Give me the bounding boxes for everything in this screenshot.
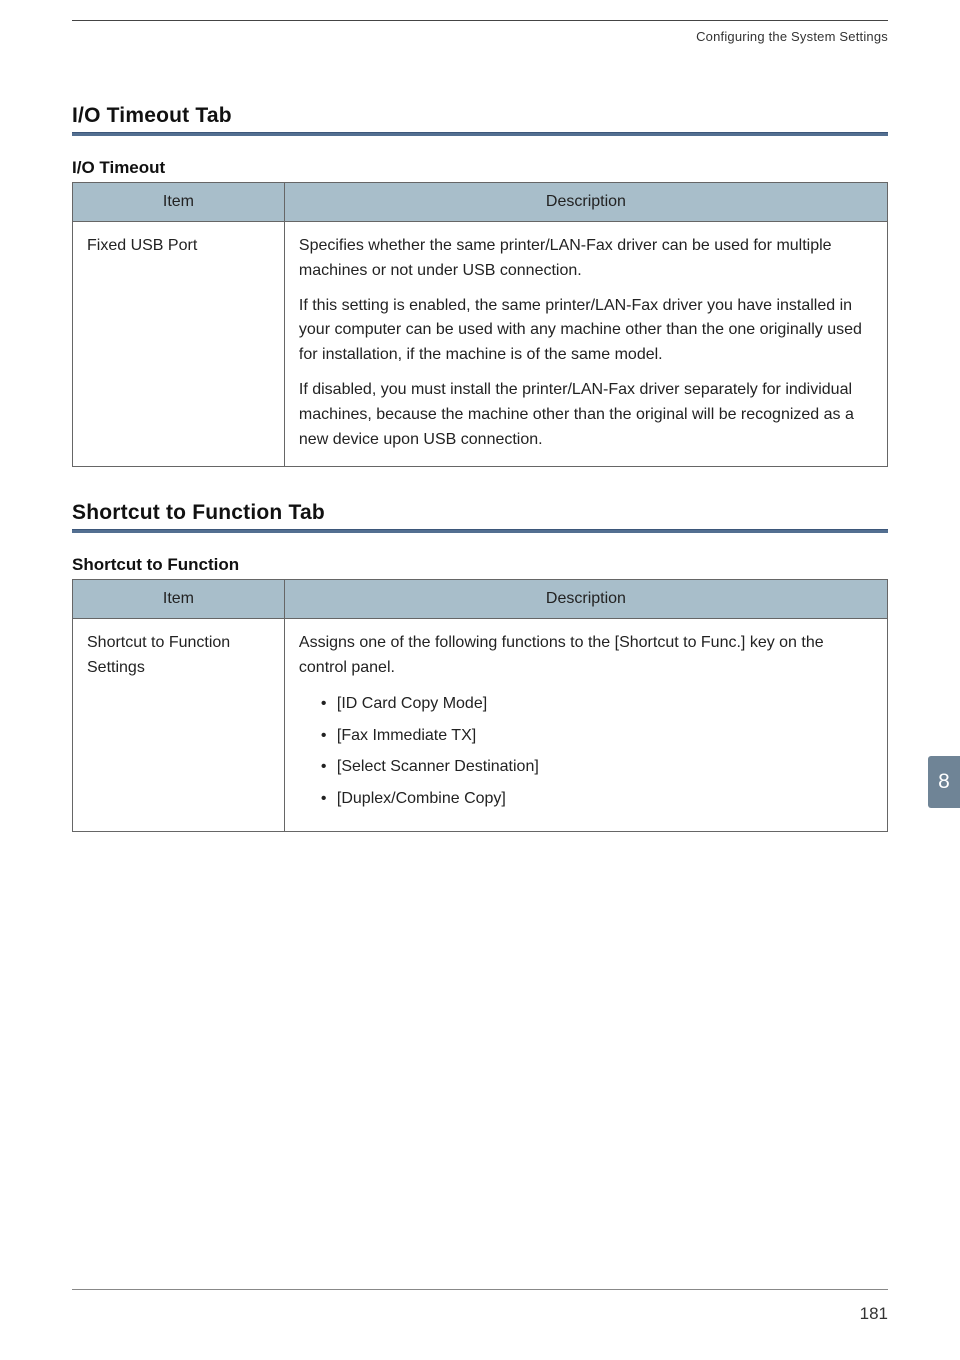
col-header-desc: Description (284, 183, 887, 222)
list-item: [Fax Immediate TX] (321, 723, 873, 749)
subheading-io-timeout: I/O Timeout (72, 158, 888, 178)
list-item: [Select Scanner Destination] (321, 754, 873, 780)
desc-paragraph: If this setting is enabled, the same pri… (299, 294, 873, 368)
table-row: Fixed USB Port Specifies whether the sam… (73, 222, 888, 467)
list-item: [ID Card Copy Mode] (321, 691, 873, 717)
desc-paragraph: Specifies whether the same printer/LAN-F… (299, 234, 873, 284)
cell-desc: Specifies whether the same printer/LAN-F… (284, 222, 887, 467)
page-number: 181 (860, 1304, 888, 1324)
bullet-list: [ID Card Copy Mode] [Fax Immediate TX] [… (299, 691, 873, 811)
cell-item: Shortcut to Function Settings (73, 619, 285, 832)
chapter-tab: 8 (928, 756, 960, 808)
table-shortcut: Item Description Shortcut to Function Se… (72, 579, 888, 832)
desc-paragraph: If disabled, you must install the printe… (299, 378, 873, 452)
list-item: [Duplex/Combine Copy] (321, 786, 873, 812)
section-title-shortcut: Shortcut to Function Tab (72, 501, 888, 525)
divider (72, 132, 888, 136)
desc-intro: Assigns one of the following functions t… (299, 631, 873, 681)
cell-item: Fixed USB Port (73, 222, 285, 467)
col-header-item: Item (73, 183, 285, 222)
subheading-shortcut: Shortcut to Function (72, 555, 888, 575)
footer-rule (72, 1289, 888, 1290)
running-header: Configuring the System Settings (72, 29, 888, 44)
table-io-timeout: Item Description Fixed USB Port Specifie… (72, 182, 888, 467)
col-header-item: Item (73, 580, 285, 619)
section-title-io-timeout: I/O Timeout Tab (72, 104, 888, 128)
table-row: Shortcut to Function Settings Assigns on… (73, 619, 888, 832)
col-header-desc: Description (284, 580, 887, 619)
divider (72, 529, 888, 533)
cell-desc: Assigns one of the following functions t… (284, 619, 887, 832)
